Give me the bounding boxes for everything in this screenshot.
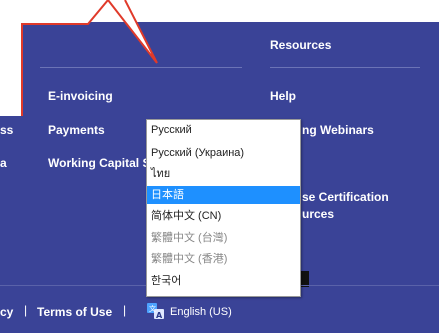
- language-option-korean[interactable]: 한국어: [147, 272, 300, 290]
- column-divider: [40, 67, 242, 68]
- language-option-japanese[interactable]: 日本語: [147, 186, 300, 204]
- footer-link-partial[interactable]: ss: [0, 123, 13, 137]
- privacy-link[interactable]: cy: [0, 305, 13, 319]
- footer-link-partial[interactable]: a: [0, 156, 7, 170]
- footer-link-certification[interactable]: se Certification: [302, 190, 389, 204]
- column-divider: [270, 67, 420, 68]
- footer-link-working-capital[interactable]: Working Capital S: [48, 156, 150, 170]
- language-translate-icon[interactable]: 文 A: [147, 303, 164, 319]
- language-dropdown[interactable]: Русский Русский (Украина) ไทย 日本語 简体中文 (…: [146, 119, 301, 297]
- language-selector[interactable]: English (US): [170, 306, 232, 318]
- resources-heading: Resources: [270, 38, 332, 52]
- language-option-russian-ukraine[interactable]: Русский (Украина): [147, 144, 300, 162]
- terms-of-use-link[interactable]: Terms of Use: [37, 305, 112, 319]
- legal-separator: |: [123, 303, 127, 317]
- language-option-chinese-taiwan[interactable]: 繁體中文 (台灣): [147, 229, 300, 247]
- svg-text:A: A: [156, 311, 163, 319]
- footer-link-webinars[interactable]: ng Webinars: [302, 123, 374, 137]
- footer-link-einvoicing[interactable]: E-invoicing: [48, 89, 113, 103]
- language-option-russian[interactable]: Русский: [147, 121, 300, 139]
- legal-separator: |: [24, 303, 28, 317]
- svg-text:文: 文: [149, 304, 156, 313]
- language-option-chinese-simplified[interactable]: 简体中文 (CN): [147, 207, 300, 225]
- footer-link-payments[interactable]: Payments: [48, 123, 105, 137]
- language-option-thai[interactable]: ไทย: [147, 165, 300, 183]
- footer-link-resources[interactable]: urces: [302, 207, 334, 221]
- footer-link-help[interactable]: Help: [270, 89, 296, 103]
- language-option-chinese-hongkong[interactable]: 繁體中文 (香港): [147, 250, 300, 268]
